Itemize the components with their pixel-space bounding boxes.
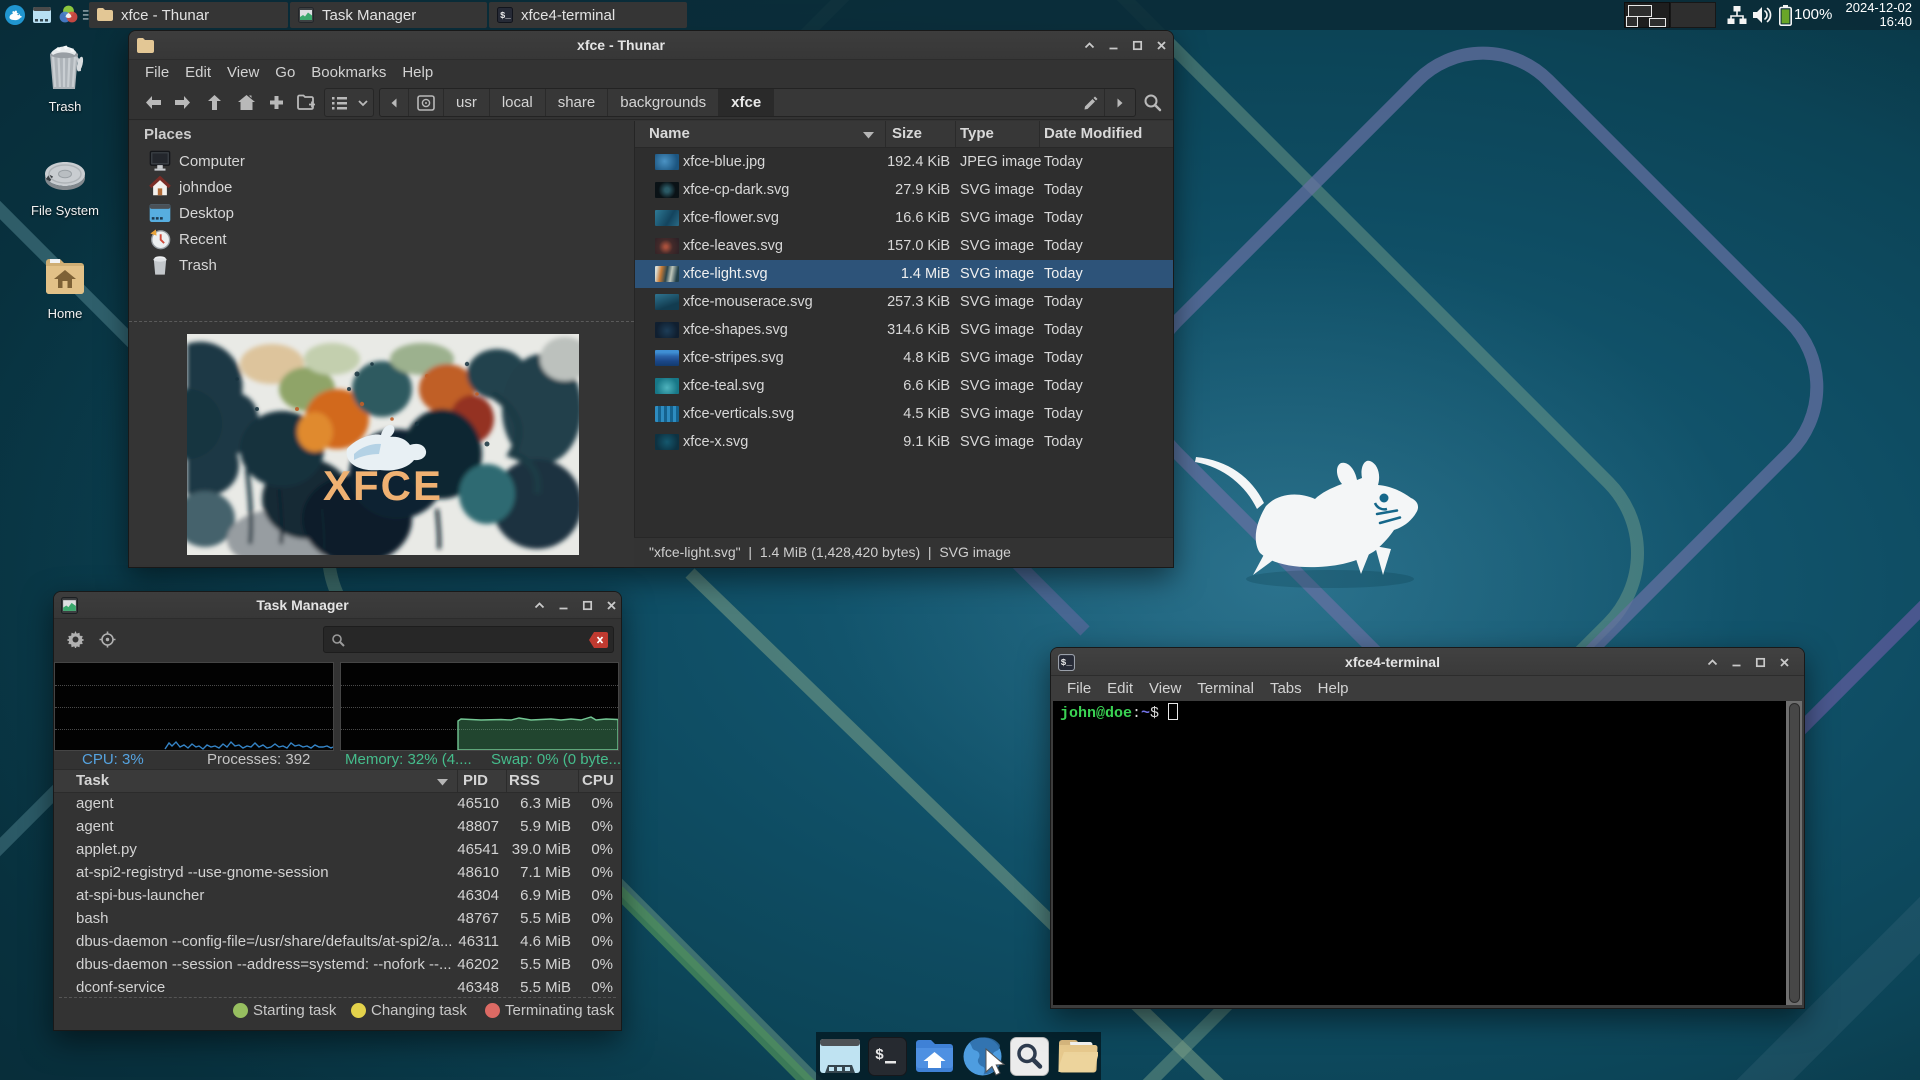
svg-text:XFCE: XFCE	[323, 462, 443, 509]
svg-text:$_: $_	[500, 11, 511, 21]
svg-text:$: $	[875, 1047, 884, 1064]
